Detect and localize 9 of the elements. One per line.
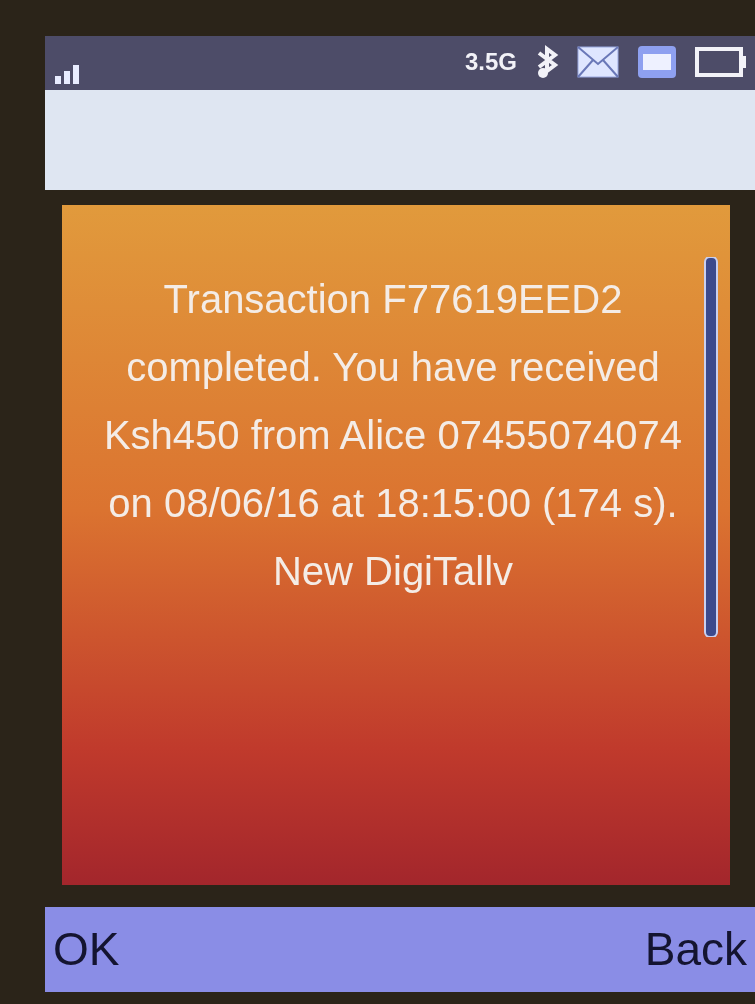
- message-text: Transaction F77619EED2 completed. You have received Ksh450 from Alice 07455074074 on 08/06/16 at 18:15:00 (174 s). New DigiTallv: [102, 276, 684, 595]
- signal-icon: [55, 64, 81, 84]
- back-softkey[interactable]: Back: [644, 915, 747, 984]
- network-type: 3.5G: [464, 47, 517, 77]
- ok-softkey[interactable]: OK: [53, 915, 120, 984]
- envelope-icon: [577, 46, 619, 78]
- rm-icon: [637, 45, 677, 79]
- battery-icon: [695, 47, 747, 77]
- bluetooth-icon: [535, 45, 559, 79]
